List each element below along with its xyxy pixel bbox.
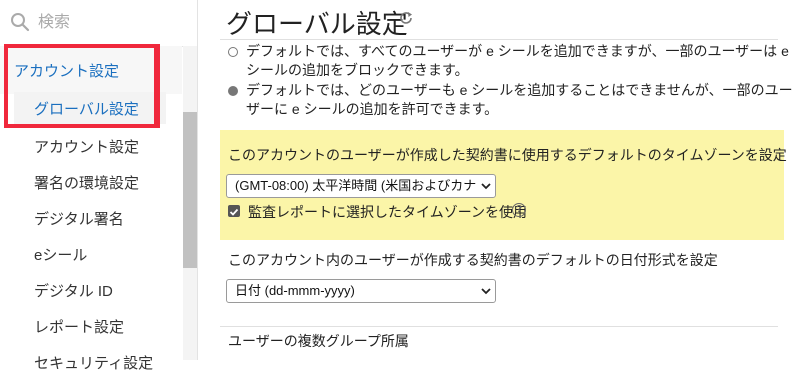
radio-block-by-default[interactable] — [228, 86, 238, 96]
sidebar-item-digital-id[interactable]: デジタル ID — [34, 280, 113, 301]
sidebar-item-e-seal[interactable]: eシール — [34, 244, 87, 265]
date-format-select-value: 日付 (dd-mmm-yyyy) — [235, 283, 355, 298]
chevron-down-icon — [481, 288, 491, 295]
date-format-select[interactable]: 日付 (dd-mmm-yyyy) — [226, 279, 496, 303]
radio-block-label: デフォルトでは、どのユーザーも e シールを追加することはできませんが、一部のユ… — [246, 82, 793, 117]
sidebar-item-account-settings[interactable]: アカウント設定 — [34, 136, 139, 157]
sidebar-item-digital-signature[interactable]: デジタル署名 — [34, 208, 124, 229]
chevron-down-icon — [481, 183, 491, 190]
help-icon[interactable]: ? — [512, 203, 526, 217]
sidebar-item-report-settings[interactable]: レポート設定 — [34, 316, 124, 337]
audit-report-checkbox[interactable] — [228, 205, 240, 217]
audit-report-checkbox-label: 監査レポートに選択したタイムゾーンを使用 — [248, 204, 528, 220]
timezone-label: このアカウントのユーザーが作成した契約書に使用するデフォルトのタイムゾーンを設定 — [228, 147, 787, 163]
scrollbar-thumb[interactable] — [183, 112, 197, 268]
divider — [220, 39, 778, 40]
radio-allow-label: デフォルトでは、すべてのユーザーが e シールを追加できますが、一部のユーザーは… — [246, 43, 789, 78]
refresh-icon[interactable] — [398, 10, 414, 26]
date-format-label: このアカウント内のユーザーが作成する契約書のデフォルトの日付形式を設定 — [228, 252, 718, 268]
search-box[interactable]: 検索 — [0, 0, 197, 47]
sidebar-item-security-settings[interactable]: セキュリティ設定 — [34, 352, 153, 373]
sidebar-item-signature-preferences[interactable]: 署名の環境設定 — [34, 172, 139, 193]
multi-group-label: ユーザーの複数グループ所属 — [228, 333, 409, 349]
sidebar: 検索 アカウント設定 ▲ グローバル設定 アカウント設定 署名の環境設定 デジタ… — [0, 0, 198, 372]
timezone-select[interactable]: (GMT-08:00) 太平洋時間 (米国およびカナ — [226, 174, 496, 198]
annotation-highlight-box — [4, 44, 160, 128]
timezone-select-value: (GMT-08:00) 太平洋時間 (米国およびカナ — [235, 178, 477, 193]
checkmark-icon — [229, 208, 239, 216]
divider — [220, 326, 778, 327]
search-icon — [11, 13, 30, 32]
main-content: グローバル設定 デフォルトでは、すべてのユーザーが e シールを追加できますが、… — [198, 0, 803, 360]
search-placeholder: 検索 — [38, 14, 71, 31]
radio-allow-by-default[interactable] — [228, 47, 238, 57]
page-title: グローバル設定 — [226, 9, 408, 39]
